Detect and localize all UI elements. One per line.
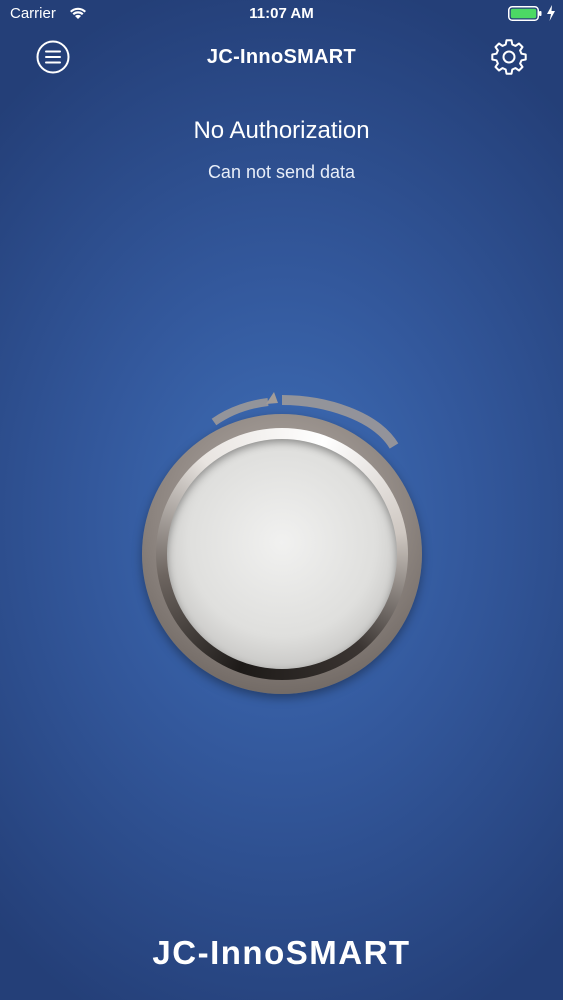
- gear-icon: [491, 39, 527, 75]
- settings-button[interactable]: [491, 39, 527, 75]
- charging-bolt-icon: [547, 5, 555, 21]
- rotary-knob[interactable]: [126, 386, 438, 698]
- status-bar: Carrier 11:07 AM: [0, 0, 563, 30]
- rotary-knob-icon[interactable]: [167, 439, 397, 669]
- battery-icon: [508, 6, 542, 21]
- footer-brand: JC-InnoSMART: [152, 934, 411, 971]
- nav-bar: JC-InnoSMART: [0, 30, 563, 86]
- page-title: JC-InnoSMART: [206, 46, 357, 68]
- authorization-status: No Authorization: [193, 117, 370, 144]
- authorization-substatus: Can not send data: [207, 162, 356, 182]
- status-time: 11:07 AM: [249, 5, 314, 22]
